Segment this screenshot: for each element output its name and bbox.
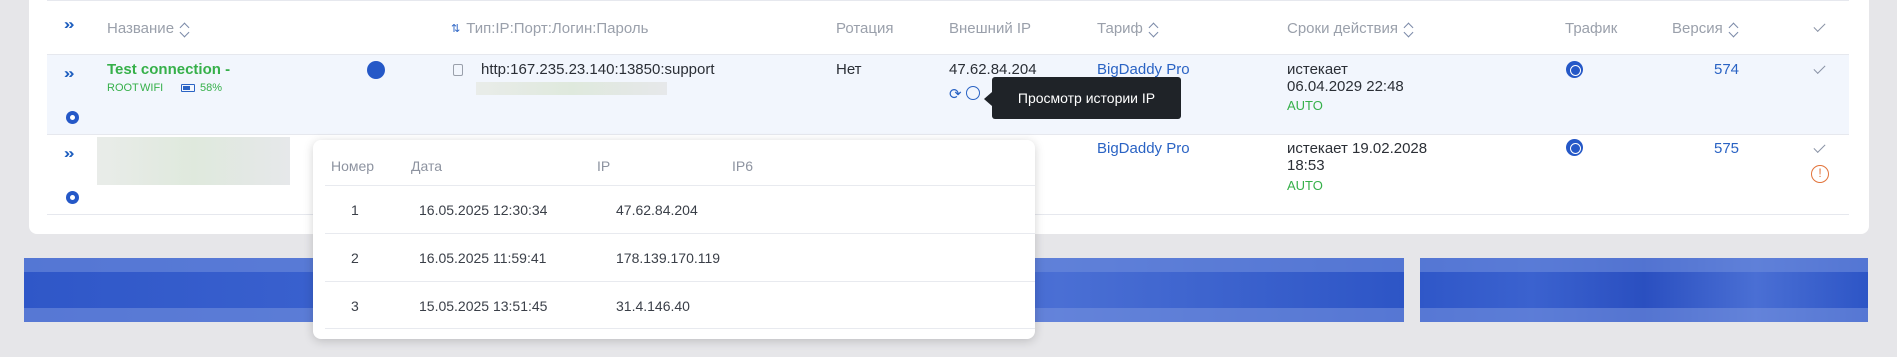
traffic-icon[interactable]	[1566, 61, 1583, 78]
history-number: 2	[351, 250, 359, 266]
copy-icon[interactable]	[453, 64, 463, 76]
sort-icon[interactable]	[1404, 21, 1414, 37]
column-name[interactable]: Название	[107, 20, 190, 37]
column-tariff[interactable]: Тариф	[1097, 20, 1159, 37]
column-traffic: Трафик	[1565, 20, 1618, 37]
history-col-ip6: IP6	[732, 158, 754, 174]
external-ip: 47.62.84.204	[949, 61, 1037, 78]
expand-row-icon[interactable]: »	[64, 65, 75, 82]
select-all-check-icon[interactable]	[1813, 19, 1826, 33]
history-ip: 47.62.84.204	[616, 202, 698, 218]
expires-line2: 18:53	[1287, 157, 1325, 174]
expand-all-icon[interactable]: »	[64, 16, 75, 33]
expires-line1: истекает 19.02.2028	[1287, 140, 1428, 157]
connection-name[interactable]: Test connection -	[107, 61, 230, 78]
history-number: 3	[351, 298, 359, 314]
traffic-icon[interactable]	[1566, 139, 1583, 156]
column-external-ip: Внешний IP	[949, 20, 1032, 37]
warning-icon[interactable]: !	[1811, 165, 1829, 183]
mode-badge: AUTO	[1287, 178, 1323, 193]
tariff-link[interactable]: BigDaddy Pro	[1097, 140, 1190, 157]
expires-date: 06.04.2029 22:48	[1287, 78, 1404, 95]
column-validity[interactable]: Сроки действия	[1287, 20, 1414, 37]
gear-icon[interactable]	[66, 111, 79, 124]
history-col-date: Дата	[411, 158, 443, 174]
history-ip: 178.139.170.119	[616, 250, 721, 266]
history-col-ip: IP	[597, 158, 611, 174]
history-date: 15.05.2025 13:51:45	[419, 298, 548, 314]
status-check-icon	[1813, 140, 1826, 154]
expand-row-icon[interactable]: »	[64, 145, 75, 162]
history-col-number: Номер	[331, 158, 375, 174]
redacted-credentials	[476, 82, 667, 95]
expires-label: истекает	[1287, 61, 1348, 78]
history-date: 16.05.2025 11:59:41	[419, 250, 547, 266]
mode-badge: AUTO	[1287, 98, 1323, 113]
history-icon[interactable]	[966, 86, 980, 100]
battery-level: 58%	[200, 82, 223, 94]
gear-icon[interactable]	[66, 191, 79, 204]
refresh-icon[interactable]: ⟳	[949, 85, 962, 103]
apple-icon	[367, 61, 385, 79]
sort-icon[interactable]	[180, 21, 190, 37]
sort-icon[interactable]	[1149, 21, 1159, 37]
ip-history-tooltip: Просмотр истории IP	[984, 77, 1181, 119]
proxy-string[interactable]: http:167.235.23.140:13850:support	[481, 61, 715, 78]
redacted-name	[97, 137, 290, 185]
redacted-panel	[1420, 258, 1868, 322]
swap-icon[interactable]: ⇅	[451, 22, 460, 35]
column-rotation: Ротация	[836, 20, 894, 37]
history-date: 16.05.2025 12:30:34	[419, 202, 548, 218]
table-row: » Test connection - ROOT WIFI 58% http:1…	[47, 55, 1849, 135]
version-value: 575	[1714, 140, 1740, 157]
ip-history-popup: Номер Дата IP IP6 1 16.05.2025 12:30:34 …	[313, 140, 1035, 339]
table-header: » Название ⇅ Тип:IP:Порт:Логин:Пароль Рот…	[47, 0, 1849, 55]
history-row: 1 16.05.2025 12:30:34 47.62.84.204	[325, 185, 1035, 233]
tag-wifi: WIFI	[140, 82, 164, 94]
column-version[interactable]: Версия	[1672, 20, 1739, 37]
tariff-link[interactable]: BigDaddy Pro	[1097, 61, 1190, 78]
battery-icon	[181, 84, 195, 92]
history-number: 1	[351, 202, 359, 218]
tag-root: ROOT	[107, 82, 139, 94]
version-value: 574	[1714, 61, 1740, 78]
history-row: 2 16.05.2025 11:59:41 178.139.170.119	[325, 233, 1035, 281]
sort-icon[interactable]	[1729, 21, 1739, 37]
history-ip: 31.4.146.40	[616, 298, 690, 314]
status-check-icon	[1813, 61, 1826, 75]
rotation-value: Нет	[836, 61, 862, 78]
history-row: 3 15.05.2025 13:51:45 31.4.146.40	[325, 281, 1035, 329]
column-type: ⇅ Тип:IP:Порт:Логин:Пароль	[451, 20, 649, 37]
